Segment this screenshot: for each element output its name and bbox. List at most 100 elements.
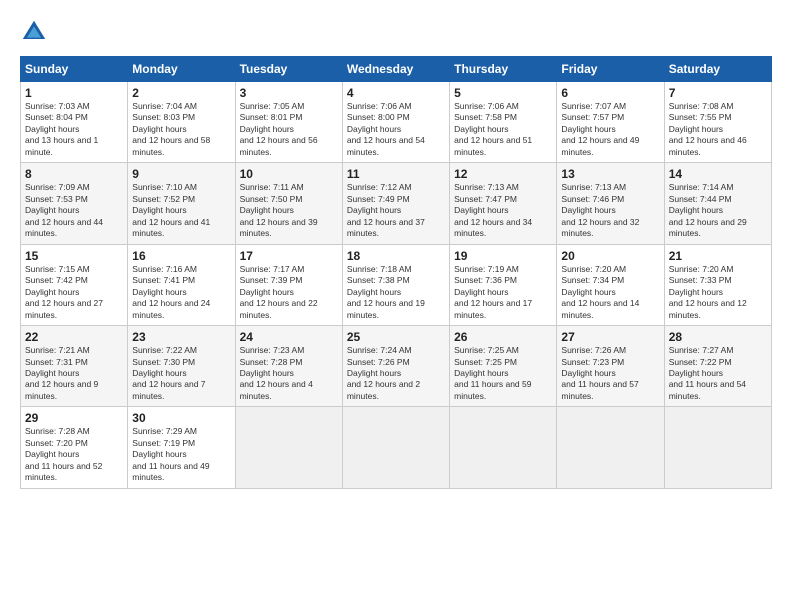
day-number: 19 <box>454 249 552 263</box>
day-info: Sunrise: 7:04 AMSunset: 8:03 PMDaylight … <box>132 101 230 158</box>
calendar-cell: 22Sunrise: 7:21 AMSunset: 7:31 PMDayligh… <box>21 326 128 407</box>
day-info: Sunrise: 7:22 AMSunset: 7:30 PMDaylight … <box>132 345 230 402</box>
day-number: 29 <box>25 411 123 425</box>
calendar-cell: 24Sunrise: 7:23 AMSunset: 7:28 PMDayligh… <box>235 326 342 407</box>
day-info: Sunrise: 7:29 AMSunset: 7:19 PMDaylight … <box>132 426 230 483</box>
calendar-cell: 6Sunrise: 7:07 AMSunset: 7:57 PMDaylight… <box>557 82 664 163</box>
day-info: Sunrise: 7:20 AMSunset: 7:34 PMDaylight … <box>561 264 659 321</box>
day-info: Sunrise: 7:14 AMSunset: 7:44 PMDaylight … <box>669 182 767 239</box>
calendar-cell: 16Sunrise: 7:16 AMSunset: 7:41 PMDayligh… <box>128 244 235 325</box>
day-info: Sunrise: 7:13 AMSunset: 7:46 PMDaylight … <box>561 182 659 239</box>
day-info: Sunrise: 7:28 AMSunset: 7:20 PMDaylight … <box>25 426 123 483</box>
day-number: 9 <box>132 167 230 181</box>
calendar-week-5: 29Sunrise: 7:28 AMSunset: 7:20 PMDayligh… <box>21 407 772 488</box>
calendar-cell: 12Sunrise: 7:13 AMSunset: 7:47 PMDayligh… <box>450 163 557 244</box>
calendar-cell: 15Sunrise: 7:15 AMSunset: 7:42 PMDayligh… <box>21 244 128 325</box>
day-info: Sunrise: 7:10 AMSunset: 7:52 PMDaylight … <box>132 182 230 239</box>
calendar-cell: 7Sunrise: 7:08 AMSunset: 7:55 PMDaylight… <box>664 82 771 163</box>
day-number: 27 <box>561 330 659 344</box>
calendar-cell: 5Sunrise: 7:06 AMSunset: 7:58 PMDaylight… <box>450 82 557 163</box>
calendar-week-3: 15Sunrise: 7:15 AMSunset: 7:42 PMDayligh… <box>21 244 772 325</box>
day-number: 22 <box>25 330 123 344</box>
day-number: 2 <box>132 86 230 100</box>
day-number: 10 <box>240 167 338 181</box>
calendar-cell <box>342 407 449 488</box>
day-header-saturday: Saturday <box>664 57 771 82</box>
calendar-week-4: 22Sunrise: 7:21 AMSunset: 7:31 PMDayligh… <box>21 326 772 407</box>
logo <box>20 18 52 46</box>
day-info: Sunrise: 7:03 AMSunset: 8:04 PMDaylight … <box>25 101 123 158</box>
day-number: 4 <box>347 86 445 100</box>
day-number: 20 <box>561 249 659 263</box>
day-info: Sunrise: 7:17 AMSunset: 7:39 PMDaylight … <box>240 264 338 321</box>
day-info: Sunrise: 7:16 AMSunset: 7:41 PMDaylight … <box>132 264 230 321</box>
day-number: 17 <box>240 249 338 263</box>
calendar-cell: 20Sunrise: 7:20 AMSunset: 7:34 PMDayligh… <box>557 244 664 325</box>
day-number: 12 <box>454 167 552 181</box>
day-info: Sunrise: 7:12 AMSunset: 7:49 PMDaylight … <box>347 182 445 239</box>
day-number: 18 <box>347 249 445 263</box>
calendar-cell: 8Sunrise: 7:09 AMSunset: 7:53 PMDaylight… <box>21 163 128 244</box>
calendar-cell: 29Sunrise: 7:28 AMSunset: 7:20 PMDayligh… <box>21 407 128 488</box>
day-info: Sunrise: 7:05 AMSunset: 8:01 PMDaylight … <box>240 101 338 158</box>
calendar-cell: 25Sunrise: 7:24 AMSunset: 7:26 PMDayligh… <box>342 326 449 407</box>
calendar-cell: 11Sunrise: 7:12 AMSunset: 7:49 PMDayligh… <box>342 163 449 244</box>
calendar-cell: 18Sunrise: 7:18 AMSunset: 7:38 PMDayligh… <box>342 244 449 325</box>
day-info: Sunrise: 7:06 AMSunset: 8:00 PMDaylight … <box>347 101 445 158</box>
page-header <box>20 18 772 46</box>
day-number: 11 <box>347 167 445 181</box>
calendar-cell <box>557 407 664 488</box>
day-number: 7 <box>669 86 767 100</box>
calendar-week-2: 8Sunrise: 7:09 AMSunset: 7:53 PMDaylight… <box>21 163 772 244</box>
day-number: 26 <box>454 330 552 344</box>
day-info: Sunrise: 7:27 AMSunset: 7:22 PMDaylight … <box>669 345 767 402</box>
calendar-cell: 21Sunrise: 7:20 AMSunset: 7:33 PMDayligh… <box>664 244 771 325</box>
calendar-cell <box>450 407 557 488</box>
day-number: 14 <box>669 167 767 181</box>
day-info: Sunrise: 7:19 AMSunset: 7:36 PMDaylight … <box>454 264 552 321</box>
day-info: Sunrise: 7:06 AMSunset: 7:58 PMDaylight … <box>454 101 552 158</box>
day-header-sunday: Sunday <box>21 57 128 82</box>
day-info: Sunrise: 7:09 AMSunset: 7:53 PMDaylight … <box>25 182 123 239</box>
calendar-cell <box>235 407 342 488</box>
calendar-cell: 3Sunrise: 7:05 AMSunset: 8:01 PMDaylight… <box>235 82 342 163</box>
calendar-cell: 30Sunrise: 7:29 AMSunset: 7:19 PMDayligh… <box>128 407 235 488</box>
calendar-cell: 27Sunrise: 7:26 AMSunset: 7:23 PMDayligh… <box>557 326 664 407</box>
day-number: 8 <box>25 167 123 181</box>
day-number: 23 <box>132 330 230 344</box>
day-header-tuesday: Tuesday <box>235 57 342 82</box>
day-number: 16 <box>132 249 230 263</box>
calendar-cell: 26Sunrise: 7:25 AMSunset: 7:25 PMDayligh… <box>450 326 557 407</box>
day-number: 28 <box>669 330 767 344</box>
day-number: 15 <box>25 249 123 263</box>
day-number: 30 <box>132 411 230 425</box>
day-info: Sunrise: 7:13 AMSunset: 7:47 PMDaylight … <box>454 182 552 239</box>
day-number: 1 <box>25 86 123 100</box>
day-info: Sunrise: 7:07 AMSunset: 7:57 PMDaylight … <box>561 101 659 158</box>
calendar-cell: 14Sunrise: 7:14 AMSunset: 7:44 PMDayligh… <box>664 163 771 244</box>
calendar-cell: 28Sunrise: 7:27 AMSunset: 7:22 PMDayligh… <box>664 326 771 407</box>
calendar-week-1: 1Sunrise: 7:03 AMSunset: 8:04 PMDaylight… <box>21 82 772 163</box>
day-number: 13 <box>561 167 659 181</box>
day-header-wednesday: Wednesday <box>342 57 449 82</box>
calendar-cell: 19Sunrise: 7:19 AMSunset: 7:36 PMDayligh… <box>450 244 557 325</box>
day-header-friday: Friday <box>557 57 664 82</box>
day-info: Sunrise: 7:18 AMSunset: 7:38 PMDaylight … <box>347 264 445 321</box>
day-number: 21 <box>669 249 767 263</box>
day-header-thursday: Thursday <box>450 57 557 82</box>
calendar-cell: 17Sunrise: 7:17 AMSunset: 7:39 PMDayligh… <box>235 244 342 325</box>
day-number: 3 <box>240 86 338 100</box>
day-info: Sunrise: 7:20 AMSunset: 7:33 PMDaylight … <box>669 264 767 321</box>
day-number: 5 <box>454 86 552 100</box>
calendar-cell: 10Sunrise: 7:11 AMSunset: 7:50 PMDayligh… <box>235 163 342 244</box>
day-info: Sunrise: 7:21 AMSunset: 7:31 PMDaylight … <box>25 345 123 402</box>
day-info: Sunrise: 7:08 AMSunset: 7:55 PMDaylight … <box>669 101 767 158</box>
day-header-monday: Monday <box>128 57 235 82</box>
calendar-cell: 13Sunrise: 7:13 AMSunset: 7:46 PMDayligh… <box>557 163 664 244</box>
day-info: Sunrise: 7:25 AMSunset: 7:25 PMDaylight … <box>454 345 552 402</box>
day-info: Sunrise: 7:15 AMSunset: 7:42 PMDaylight … <box>25 264 123 321</box>
day-info: Sunrise: 7:11 AMSunset: 7:50 PMDaylight … <box>240 182 338 239</box>
calendar-cell: 1Sunrise: 7:03 AMSunset: 8:04 PMDaylight… <box>21 82 128 163</box>
day-number: 24 <box>240 330 338 344</box>
calendar-cell: 4Sunrise: 7:06 AMSunset: 8:00 PMDaylight… <box>342 82 449 163</box>
